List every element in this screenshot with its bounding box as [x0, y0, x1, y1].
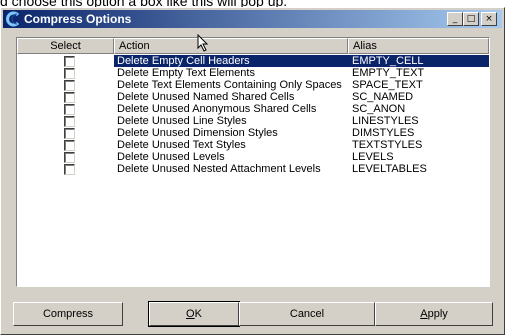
action-cell: Delete Empty Text Elements: [117, 67, 255, 79]
rows-container: Delete Empty Cell Headers EMPTY_CELL Delet…: [17, 55, 489, 175]
alias-cell: TEXTSTYLES: [352, 139, 423, 151]
column-header-alias[interactable]: Alias: [348, 38, 489, 54]
table-row[interactable]: Delete Unused Text Styles TEXTSTYLES: [17, 139, 489, 151]
column-header-action[interactable]: Action: [114, 38, 348, 54]
action-cell: Delete Unused Levels: [117, 151, 225, 163]
alias-cell: LEVELTABLES: [352, 163, 427, 175]
microstation-icon: [6, 11, 20, 27]
action-cell: Delete Unused Named Shared Cells: [117, 91, 295, 103]
title-bar[interactable]: Compress Options _ □ ×: [3, 10, 502, 28]
ok-button[interactable]: OK: [148, 301, 240, 327]
cancel-button[interactable]: Cancel: [239, 302, 375, 326]
select-checkbox[interactable]: [64, 56, 75, 67]
action-cell: Delete Unused Dimension Styles: [117, 127, 278, 139]
select-checkbox[interactable]: [64, 92, 75, 103]
options-list[interactable]: Select Action Alias Delete Empty Cell He…: [16, 37, 490, 287]
window-title: Compress Options: [24, 12, 132, 26]
action-cell: Delete Unused Text Styles: [117, 139, 246, 151]
table-row[interactable]: Delete Unused Levels LEVELS: [17, 151, 489, 163]
select-checkbox[interactable]: [64, 140, 75, 151]
select-checkbox[interactable]: [64, 152, 75, 163]
close-button[interactable]: ×: [481, 12, 497, 26]
alias-cell: SC_ANON: [352, 103, 406, 115]
table-row[interactable]: Delete Text Elements Containing Only Spa…: [17, 79, 489, 91]
table-row[interactable]: Delete Empty Cell Headers EMPTY_CELL: [17, 55, 489, 67]
apply-button[interactable]: Apply: [375, 302, 493, 326]
action-cell: Delete Empty Cell Headers: [117, 55, 250, 67]
alias-cell: EMPTY_TEXT: [352, 67, 425, 79]
maximize-button[interactable]: □: [463, 12, 479, 26]
mouse-pointer-icon: [197, 34, 209, 52]
minimize-button[interactable]: _: [447, 12, 463, 26]
action-cell: Delete Unused Anonymous Shared Cells: [117, 103, 317, 115]
select-checkbox[interactable]: [64, 164, 75, 175]
alias-cell: EMPTY_CELL: [352, 55, 424, 67]
alias-cell: SPACE_TEXT: [352, 79, 423, 91]
select-checkbox[interactable]: [64, 104, 75, 115]
select-checkbox[interactable]: [64, 116, 75, 127]
alias-cell: LEVELS: [352, 151, 394, 163]
alias-cell: DIMSTYLES: [352, 127, 415, 139]
table-row[interactable]: Delete Unused Line Styles LINESTYLES: [17, 115, 489, 127]
table-row[interactable]: Delete Unused Named Shared Cells SC_NAMED: [17, 91, 489, 103]
select-checkbox[interactable]: [64, 80, 75, 91]
compress-options-dialog: Compress Options _ □ × Select Action Ali…: [0, 7, 505, 335]
select-checkbox[interactable]: [64, 128, 75, 139]
alias-cell: SC_NAMED: [352, 91, 414, 103]
alias-cell: LINESTYLES: [352, 115, 419, 127]
compress-button[interactable]: Compress: [13, 302, 123, 326]
action-cell: Delete Unused Line Styles: [117, 115, 247, 127]
table-row[interactable]: Delete Unused Nested Attachment Levels LE…: [17, 163, 489, 175]
table-row[interactable]: Delete Unused Anonymous Shared Cells SC_A…: [17, 103, 489, 115]
column-header-select[interactable]: Select: [17, 38, 114, 54]
table-row[interactable]: Delete Empty Text Elements EMPTY_TEXT: [17, 67, 489, 79]
action-cell: Delete Unused Nested Attachment Levels: [117, 163, 321, 175]
action-cell: Delete Text Elements Containing Only Spa…: [117, 79, 342, 91]
list-header: Select Action Alias: [17, 38, 489, 54]
table-row[interactable]: Delete Unused Dimension Styles DIMSTYLES: [17, 127, 489, 139]
select-checkbox[interactable]: [64, 68, 75, 79]
